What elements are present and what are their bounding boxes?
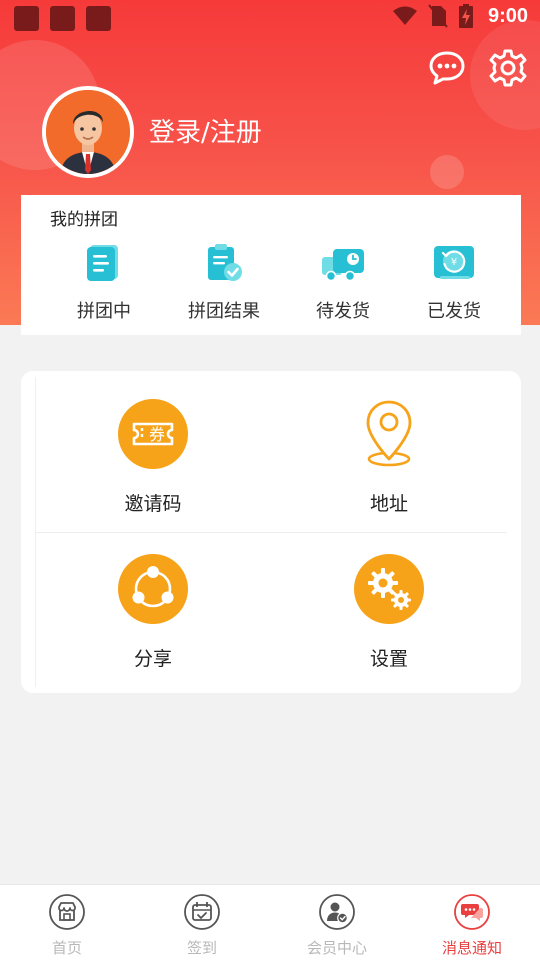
group-item-to-ship[interactable]: 待发货 [288, 243, 398, 323]
wifi-icon [392, 6, 417, 25]
status-bar: 9:00 [0, 0, 540, 36]
status-time: 9:00 [487, 4, 528, 27]
tab-label: 首页 [51, 939, 82, 957]
gears-icon [354, 554, 424, 624]
coupon-icon: 券 [118, 399, 188, 469]
tab-label: 会员中心 [306, 939, 367, 957]
invite-code-button[interactable]: 券 邀请码 [53, 399, 253, 516]
settings-button[interactable]: 设置 [289, 554, 489, 671]
calendar-check-icon [184, 894, 220, 930]
group-item-shipped[interactable]: ¥ 已发货 [399, 243, 509, 323]
tab-label: 消息通知 [441, 939, 502, 957]
avatar[interactable] [42, 86, 134, 178]
tab-member-center[interactable]: 会员中心 [287, 893, 387, 958]
menu-item-label: 设置 [369, 648, 408, 670]
share-icon [118, 554, 188, 624]
login-register-link[interactable]: 登录/注册 [149, 112, 262, 149]
gear-icon[interactable] [489, 49, 527, 87]
tab-notifications[interactable]: 消息通知 [422, 893, 522, 958]
svg-text:¥: ¥ [451, 257, 457, 268]
group-item-in-progress[interactable]: 拼团中 [49, 243, 159, 323]
section-title: 我的拼团 [50, 210, 118, 230]
group-item-label: 已发货 [427, 301, 481, 322]
tab-checkin[interactable]: 签到 [152, 893, 252, 958]
tab-label: 签到 [186, 939, 217, 957]
notification-icon [14, 6, 39, 31]
feature-menu-card: 券 邀请码 地址 分享 设置 [21, 371, 521, 693]
share-button[interactable]: 分享 [53, 554, 253, 671]
store-icon [49, 894, 85, 930]
menu-item-label: 邀请码 [124, 493, 182, 515]
clipboard-check-icon [208, 244, 242, 281]
svg-text:券: 券 [149, 425, 165, 444]
document-list-icon [87, 245, 118, 281]
address-button[interactable]: 地址 [289, 399, 489, 516]
user-avatar-icon [46, 90, 130, 174]
menu-item-label: 分享 [133, 648, 172, 670]
notification-icon [50, 6, 75, 31]
message-notice-icon [454, 894, 490, 930]
delivery-truck-icon [322, 249, 364, 282]
group-item-label: 待发货 [316, 301, 370, 322]
notification-icon [86, 6, 111, 31]
bottom-tab-bar: 首页 签到 会员中心 消息通知 [0, 884, 540, 960]
my-group-card: 我的拼团 拼团中 拼团结果 待发货 ¥ 已发货 [21, 195, 521, 335]
decor-bubble [430, 155, 464, 189]
location-pin-icon [366, 400, 412, 467]
no-sim-icon [428, 4, 448, 28]
tab-home[interactable]: 首页 [17, 893, 117, 958]
battery-charging-icon [458, 4, 473, 28]
group-item-label: 拼团结果 [188, 301, 260, 322]
refund-yen-icon: ¥ [434, 246, 474, 279]
group-item-result[interactable]: 拼团结果 [169, 243, 279, 323]
member-icon [319, 894, 355, 930]
divider [35, 532, 507, 533]
group-item-label: 拼团中 [77, 301, 131, 322]
chat-bubble-icon[interactable] [428, 49, 466, 87]
menu-item-label: 地址 [369, 493, 408, 515]
